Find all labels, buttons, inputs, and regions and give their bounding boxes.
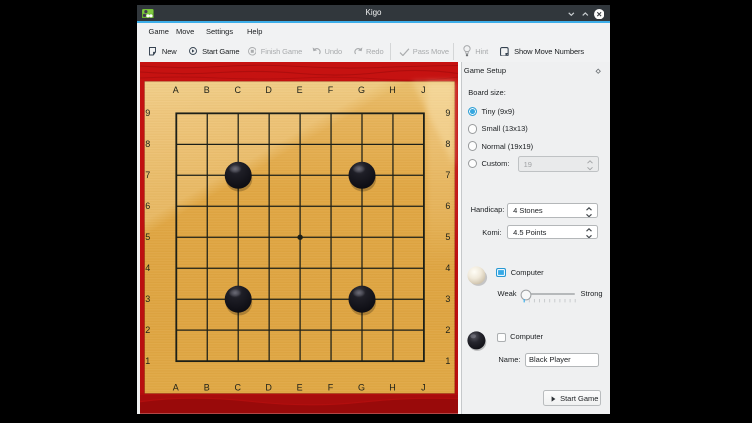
svg-text:6: 6 — [145, 201, 150, 211]
svg-text:1: 1 — [445, 356, 450, 366]
svg-text:6: 6 — [445, 201, 450, 211]
svg-text:2: 2 — [145, 325, 150, 335]
svg-text:J: J — [421, 85, 425, 95]
svg-text:G: G — [357, 382, 364, 392]
svg-text:B: B — [203, 85, 209, 95]
svg-text:D: D — [265, 85, 272, 95]
svg-text:G: G — [357, 85, 364, 95]
svg-text:7: 7 — [445, 170, 450, 180]
svg-text:3: 3 — [145, 294, 150, 304]
svg-text:C: C — [234, 85, 241, 95]
svg-text:C: C — [234, 382, 241, 392]
svg-text:3: 3 — [445, 294, 450, 304]
svg-text:A: A — [172, 85, 178, 95]
svg-text:J: J — [421, 382, 425, 392]
svg-text:5: 5 — [145, 232, 150, 242]
svg-text:7: 7 — [145, 170, 150, 180]
svg-text:E: E — [296, 382, 302, 392]
svg-text:B: B — [203, 382, 209, 392]
svg-text:D: D — [265, 382, 272, 392]
svg-text:5: 5 — [445, 232, 450, 242]
svg-text:1: 1 — [145, 356, 150, 366]
svg-text:9: 9 — [145, 108, 150, 118]
svg-text:2: 2 — [445, 325, 450, 335]
svg-text:4: 4 — [445, 263, 450, 273]
svg-text:9: 9 — [445, 108, 450, 118]
svg-text:H: H — [389, 85, 395, 95]
svg-text:F: F — [327, 85, 333, 95]
svg-text:H: H — [389, 382, 395, 392]
svg-text:F: F — [327, 382, 333, 392]
svg-text:A: A — [172, 382, 178, 392]
svg-text:8: 8 — [145, 139, 150, 149]
svg-text:8: 8 — [445, 139, 450, 149]
svg-text:E: E — [296, 85, 302, 95]
svg-text:4: 4 — [145, 263, 150, 273]
